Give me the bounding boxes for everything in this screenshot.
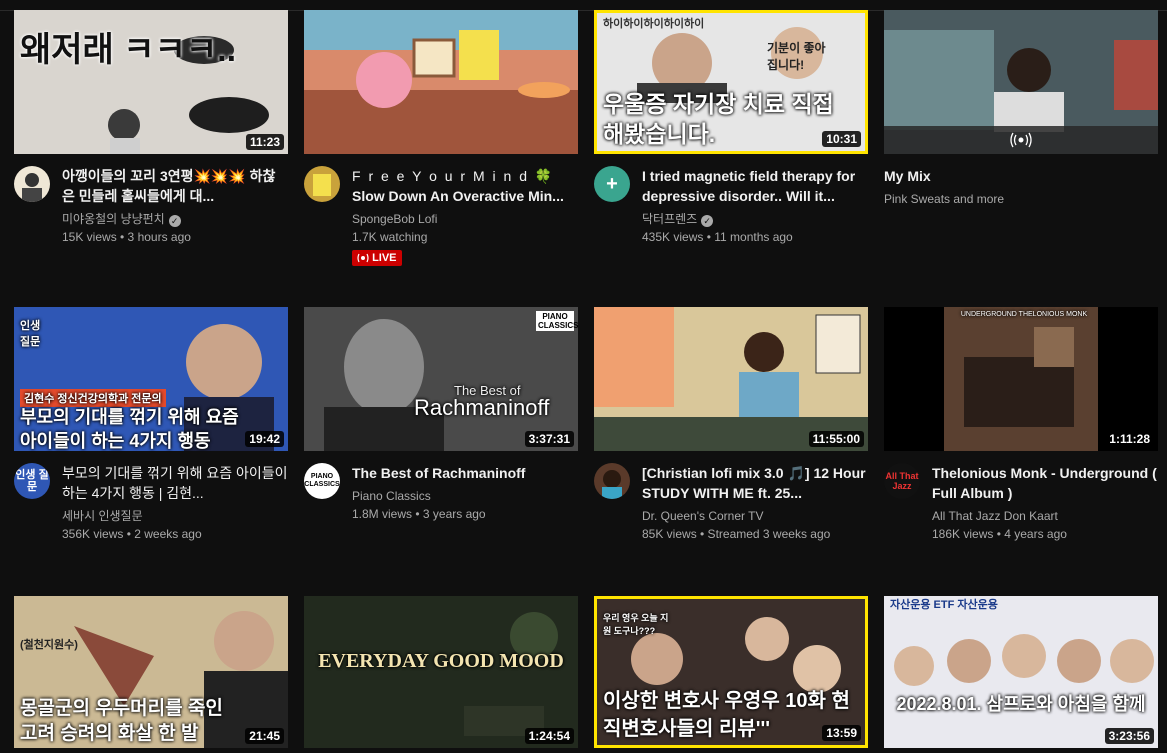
- video-stats: 15K views • 3 hours ago: [62, 230, 191, 244]
- video-thumbnail[interactable]: (철천지원수) 몽골군의 우두머리를 죽인 고려 승려의 화살 한 발 21:4…: [14, 596, 288, 748]
- verified-icon: ✓: [701, 215, 714, 227]
- channel-name[interactable]: Piano Classics: [352, 487, 578, 505]
- thumbnail-art: [304, 596, 578, 748]
- channel-avatar[interactable]: [594, 463, 630, 499]
- video-stats: 1.7K watching: [352, 230, 428, 244]
- channel-avatar[interactable]: All That Jazz: [884, 463, 920, 499]
- thumbnail-small-caption: UNDERGROUND THELONIOUS MONK: [960, 311, 1088, 318]
- video-card[interactable]: UNDERGROUND THELONIOUS MONK 1:11:28 All …: [884, 307, 1158, 543]
- duration-badge: 1:24:54: [524, 728, 574, 744]
- video-card[interactable]: PIANO CLASSICS The Best of Rachmaninoff …: [304, 307, 578, 523]
- duration-badge: 3:23:56: [1104, 728, 1154, 744]
- video-card[interactable]: 11:55:00 [Christian lofi mix 3.0 🎵] 12 H…: [594, 307, 868, 543]
- verified-icon: ✓: [168, 215, 181, 227]
- thumbnail-caption: 이상한 변호사 우영우 10화 현직변호사들의 리뷰''': [603, 690, 850, 740]
- channel-name[interactable]: Dr. Queen's Corner TV: [642, 507, 868, 525]
- broadcast-icon: [1010, 132, 1032, 148]
- video-title[interactable]: Thelonious Monk - Underground ( Full Alb…: [932, 463, 1158, 503]
- thumbnail-small-caption: 하이하이하이하이하이: [603, 18, 705, 30]
- thumbnail-caption: 우울증 자기장 치료 직접 해봤습니다.: [603, 91, 834, 147]
- thumbnail-badge: PIANO CLASSICS: [536, 311, 578, 331]
- thumbnail-caption: 부모의 기대를 꺾기 위해 요즘 아이들이 하는 4가지 행동: [20, 407, 239, 451]
- thumbnail-caption: 왜저래 ㅋㅋㅋ..: [20, 31, 237, 69]
- thumbnail-small-caption: (철천지원수): [20, 639, 78, 651]
- channel-avatar[interactable]: [304, 166, 340, 202]
- channel-name[interactable]: 미야옹철의 냥냥펀치 ✓: [62, 210, 288, 228]
- channel-name[interactable]: All That Jazz Don Kaart: [932, 507, 1158, 525]
- video-stats: 85K views • Streamed 3 weeks ago: [642, 527, 831, 541]
- video-card[interactable]: (철천지원수) 몽골군의 우두머리를 죽인 고려 승려의 화살 한 발 21:4…: [14, 596, 288, 748]
- duration-badge: 21:45: [245, 728, 284, 744]
- video-card[interactable]: 우리 영우 오늘 지원 도구나??? 이상한 변호사 우영우 10화 현직변호사…: [594, 596, 868, 748]
- channel-avatar[interactable]: 인생 질문: [14, 463, 50, 499]
- video-card[interactable]: 자산운용 ETF 자산운용 2022.8.01. 삼프로와 아침을 함께 3:2…: [884, 596, 1158, 748]
- video-thumbnail[interactable]: 하이하이하이하이하이 기분이 좋아집니다! 우울증 자기장 치료 직접 해봤습니…: [594, 10, 868, 154]
- duration-badge: 10:31: [822, 131, 861, 147]
- video-title[interactable]: Slow Down An Overactive Min...: [352, 186, 578, 206]
- duration-badge: 1:11:28: [1105, 431, 1154, 447]
- thumbnail-caption: 몽골군의 우두머리를 죽인 고려 승려의 화살 한 발: [20, 698, 223, 744]
- thumbnail-side-caption: 기분이 좋아집니다!: [767, 41, 826, 72]
- video-title[interactable]: 아깽이들의 꼬리 3연평💥💥💥 하찮은 민들레 홀씨들에게 대...: [62, 166, 288, 206]
- video-title[interactable]: [Christian lofi mix 3.0 🎵] 12 Hour STUDY…: [642, 463, 868, 503]
- video-title[interactable]: 부모의 기대를 꺾기 위해 요즘 아이들이 하는 4가지 행동 | 김현...: [62, 463, 288, 503]
- video-thumbnail[interactable]: 우리 영우 오늘 지원 도구나??? 이상한 변호사 우영우 10화 현직변호사…: [594, 596, 868, 748]
- video-thumbnail[interactable]: EVERYDAY GOOD MOOD 1:24:54: [304, 596, 578, 748]
- video-thumbnail[interactable]: 11:55:00: [594, 307, 868, 451]
- video-thumbnail[interactable]: 인생 질문 김현수 정신건강의학과 전문의 부모의 기대를 꺾기 위해 요즘 아…: [14, 307, 288, 451]
- video-stats: 356K views • 2 weeks ago: [62, 527, 202, 541]
- duration-badge: 11:23: [245, 134, 284, 150]
- video-thumbnail[interactable]: 자산운용 ETF 자산운용 2022.8.01. 삼프로와 아침을 함께 3:2…: [884, 596, 1158, 748]
- video-card[interactable]: 왜저래 ㅋㅋㅋ.. 11:23 아깽이들의 꼬리 3연평💥💥💥 하찮은 민들레 …: [14, 10, 288, 246]
- thumbnail-small-caption: 자산운용 ETF 자산운용: [890, 599, 998, 611]
- video-stats: 435K views • 11 months ago: [642, 230, 793, 244]
- broadcast-icon: [357, 253, 369, 263]
- video-stats: 1.8M views • 3 years ago: [352, 507, 486, 521]
- channel-name[interactable]: Pink Sweats and more: [884, 190, 1158, 208]
- thumbnail-art: [594, 307, 868, 451]
- thumbnail-small-caption: 우리 영우 오늘 지원 도구나???: [603, 613, 669, 636]
- video-title-subtitle[interactable]: F r e e Y o u r M i n d 🍀: [352, 166, 578, 186]
- channel-name[interactable]: SpongeBob Lofi: [352, 210, 578, 228]
- channel-avatar[interactable]: [14, 166, 50, 202]
- video-stats: 186K views • 4 years ago: [932, 527, 1067, 541]
- mix-card[interactable]: My Mix Pink Sweats and more: [884, 10, 1158, 208]
- video-card[interactable]: F r e e Y o u r M i n d 🍀 Slow Down An O…: [304, 10, 578, 266]
- video-title[interactable]: The Best of Rachmaninoff: [352, 463, 578, 483]
- duration-badge: 13:59: [822, 725, 861, 741]
- thumbnail-art: [304, 10, 578, 154]
- video-title[interactable]: I tried magnetic field therapy for depre…: [642, 166, 868, 206]
- video-thumbnail[interactable]: 왜저래 ㅋㅋㅋ.. 11:23: [14, 10, 288, 154]
- video-title[interactable]: My Mix: [884, 166, 1158, 186]
- live-badge: LIVE: [352, 250, 402, 266]
- thumbnail-caption: Rachmaninoff: [414, 395, 550, 420]
- thumbnail-art: [944, 307, 1098, 451]
- thumbnail-art: [894, 634, 1154, 686]
- channel-name[interactable]: 세바시 인생질문: [62, 507, 288, 525]
- video-thumbnail[interactable]: UNDERGROUND THELONIOUS MONK 1:11:28: [884, 307, 1158, 451]
- duration-badge: 3:37:31: [524, 431, 574, 447]
- video-card[interactable]: 하이하이하이하이하이 기분이 좋아집니다! 우울증 자기장 치료 직접 해봤습니…: [594, 10, 868, 246]
- video-thumbnail[interactable]: [304, 10, 578, 154]
- video-card[interactable]: 인생 질문 김현수 정신건강의학과 전문의 부모의 기대를 꺾기 위해 요즘 아…: [14, 307, 288, 543]
- channel-avatar[interactable]: +: [594, 166, 630, 202]
- mix-bar: [884, 126, 1158, 154]
- channel-avatar[interactable]: PIANO CLASSICS: [304, 463, 340, 499]
- duration-badge: 11:55:00: [808, 431, 864, 447]
- duration-badge: 19:42: [245, 431, 284, 447]
- thumbnail-caption: 2022.8.01. 삼프로와 아침을 함께: [896, 694, 1146, 714]
- mix-thumbnail[interactable]: [884, 10, 1158, 154]
- video-thumbnail[interactable]: PIANO CLASSICS The Best of Rachmaninoff …: [304, 307, 578, 451]
- channel-name[interactable]: 닥터프렌즈 ✓: [642, 210, 868, 228]
- thumbnail-badge: 인생 질문: [20, 320, 41, 348]
- video-card[interactable]: EVERYDAY GOOD MOOD 1:24:54: [304, 596, 578, 748]
- thumbnail-caption: EVERYDAY GOOD MOOD: [318, 650, 564, 672]
